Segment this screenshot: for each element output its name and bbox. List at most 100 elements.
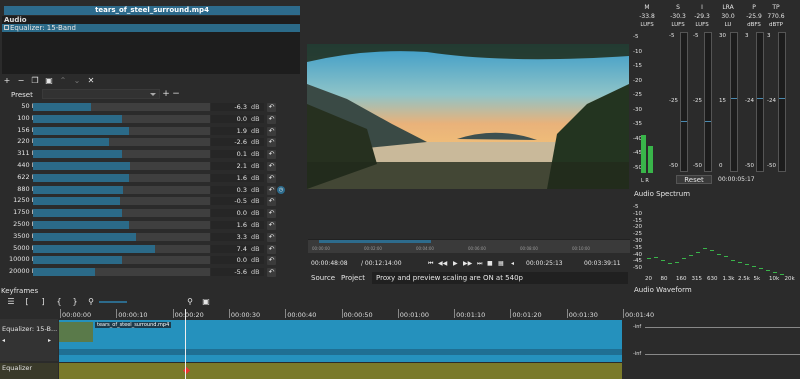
copy-filter-icon[interactable]: ❐ <box>30 76 40 86</box>
band-slider[interactable] <box>33 185 210 194</box>
band-slider[interactable] <box>33 232 210 241</box>
out-point-timecode[interactable]: 00:03:39:11 <box>584 258 621 270</box>
skip-start-icon[interactable]: ⏮ <box>428 258 433 270</box>
remove-filter-icon[interactable]: − <box>16 76 26 86</box>
deselect-filter-icon[interactable]: ✕ <box>86 76 96 86</box>
filter-item-checkbox[interactable] <box>4 25 9 30</box>
zoom-in-icon[interactable]: ⚲ <box>185 297 195 307</box>
move-up-icon[interactable]: ⌃ <box>58 76 68 86</box>
reset-band-icon[interactable]: ↶ <box>267 221 276 230</box>
reset-band-icon[interactable]: ↶ <box>267 138 276 148</box>
filter-item-equalizer[interactable]: Equalizer: 15-Band <box>2 24 300 32</box>
volume-icon[interactable]: ◂ <box>511 258 514 270</box>
meter-time: 00:00:05:17 <box>718 176 755 183</box>
keyframes-title: Keyframes <box>1 287 39 295</box>
band-slider[interactable] <box>33 244 210 253</box>
filter-keyframe-track[interactable] <box>59 363 622 379</box>
timeline-toolbar: ☰ [ ] { } ⚲ ⚲ ▣ <box>0 296 800 307</box>
timeline-ruler[interactable]: 00:00:00 00:00:10 00:00:20 00:00:30 00:00:40… <box>0 309 800 319</box>
meter-value: -25.9 <box>746 13 762 20</box>
time-label: 00:01:00 <box>399 311 429 319</box>
trim-in-icon[interactable]: [ <box>22 297 32 307</box>
reset-button[interactable]: Reset <box>676 175 712 184</box>
fast-forward-icon[interactable]: ▶▶ <box>463 258 472 270</box>
reset-band-icon[interactable]: ↶ <box>267 162 276 171</box>
clip-waveform <box>59 349 622 355</box>
band-unit: dB <box>251 221 260 229</box>
loudness-meter: M -33.8 LUFS S -30.3 LUFS -5 -25 -50 I -29.3 LUFS -5… <box>633 0 800 190</box>
band-slider[interactable] <box>33 209 210 218</box>
track-nav-icon[interactable]: ◂ <box>2 337 5 344</box>
meter-unit: dBFS <box>747 22 761 28</box>
reset-band-icon[interactable]: ↶ <box>267 185 276 195</box>
waveform-scale-top: -inf <box>633 324 642 330</box>
time-tick <box>228 309 230 318</box>
meter-header: P <box>752 4 756 11</box>
reset-band-icon[interactable]: ↶ <box>267 173 276 183</box>
band-slider[interactable] <box>33 197 210 206</box>
move-down-icon[interactable]: ⌄ <box>72 76 82 86</box>
band-slider[interactable] <box>33 162 210 170</box>
band-slider[interactable] <box>33 103 210 111</box>
grid-icon[interactable]: ▦ <box>498 258 504 270</box>
meter-marker <box>731 98 737 99</box>
position-timecode[interactable]: 00:00:48:08 <box>311 258 348 270</box>
meter-marker <box>681 121 687 122</box>
tab-project[interactable]: Project <box>341 274 365 282</box>
reset-band-icon[interactable]: ↶ <box>267 268 276 278</box>
time-label: 00:00:20 <box>174 311 204 319</box>
filter-list[interactable]: Audio Equalizer: 15-Band <box>2 16 300 74</box>
track-clip[interactable]: tears_of_steel_surround.mp4 <box>59 320 622 362</box>
band-slider[interactable] <box>33 150 210 159</box>
trim-out-icon[interactable]: ] <box>38 297 48 307</box>
filter-track-header[interactable]: Equalizer <box>0 363 58 379</box>
tab-source[interactable]: Source <box>311 274 335 282</box>
band-fill <box>33 197 120 206</box>
play-icon[interactable]: ▶ <box>453 258 458 270</box>
track-nav-right-icon[interactable]: ▸ <box>48 337 51 344</box>
reset-band-icon[interactable]: ↶ <box>267 197 276 207</box>
band-slider[interactable] <box>33 138 210 147</box>
band-fill <box>33 126 129 135</box>
band-slider[interactable] <box>33 126 210 135</box>
band-slider[interactable] <box>33 221 210 229</box>
paste-filter-icon[interactable]: ▣ <box>44 76 54 86</box>
skip-end-icon[interactable]: ⏭ <box>477 258 482 270</box>
rewind-icon[interactable]: ◀◀ <box>438 258 447 270</box>
band-fill <box>33 138 110 147</box>
reset-band-icon[interactable]: ↶ <box>267 244 276 254</box>
remove-preset-icon[interactable]: − <box>172 89 180 99</box>
in-point-timecode[interactable]: 00:00:25:13 <box>526 258 563 270</box>
preset-label: Preset <box>11 91 33 99</box>
reset-band-icon[interactable]: ↶ <box>267 256 276 266</box>
zoom-out-icon[interactable]: ⚲ <box>86 297 96 307</box>
spectrum-x-label: 80 <box>660 276 668 282</box>
spectrum-y-label: -15 <box>633 217 642 224</box>
reset-band-icon[interactable]: ↶ <box>267 103 276 112</box>
reset-band-icon[interactable]: ↶ <box>267 150 276 160</box>
next-keyframe-icon[interactable]: } <box>70 297 80 307</box>
playhead[interactable] <box>185 309 186 379</box>
prev-keyframe-icon[interactable]: { <box>54 297 64 307</box>
spectrum-bar <box>696 252 700 253</box>
zoom-slider[interactable] <box>99 300 127 303</box>
reset-band-icon[interactable]: ↶ <box>267 209 276 219</box>
add-filter-icon[interactable]: + <box>2 76 12 86</box>
reset-band-icon[interactable]: ↶ <box>267 114 276 124</box>
band-slider[interactable] <box>33 256 210 265</box>
band-slider[interactable] <box>33 268 210 277</box>
zoom-fit-icon[interactable]: ▣ <box>201 297 211 307</box>
preset-select[interactable] <box>42 89 160 99</box>
reset-band-icon[interactable]: ↶ <box>267 126 276 136</box>
track-header[interactable]: Equalizer: 15-B... ◂ ▸ <box>0 319 58 361</box>
reset-band-icon[interactable]: ↶ <box>267 232 276 242</box>
add-preset-icon[interactable]: + <box>162 89 170 99</box>
keyframe-toggle-icon[interactable]: ◷ <box>277 185 285 194</box>
meter-header: LRA <box>722 4 734 11</box>
menu-icon[interactable]: ☰ <box>6 297 16 307</box>
band-slider[interactable] <box>33 173 210 182</box>
band-fill <box>33 150 122 159</box>
band-slider[interactable] <box>33 114 210 123</box>
stop-icon[interactable]: ■ <box>487 258 493 270</box>
player-scrubber[interactable]: 00:00:00 00:02:00 00:04:00 00:06:00 00:08:00… <box>308 239 630 253</box>
